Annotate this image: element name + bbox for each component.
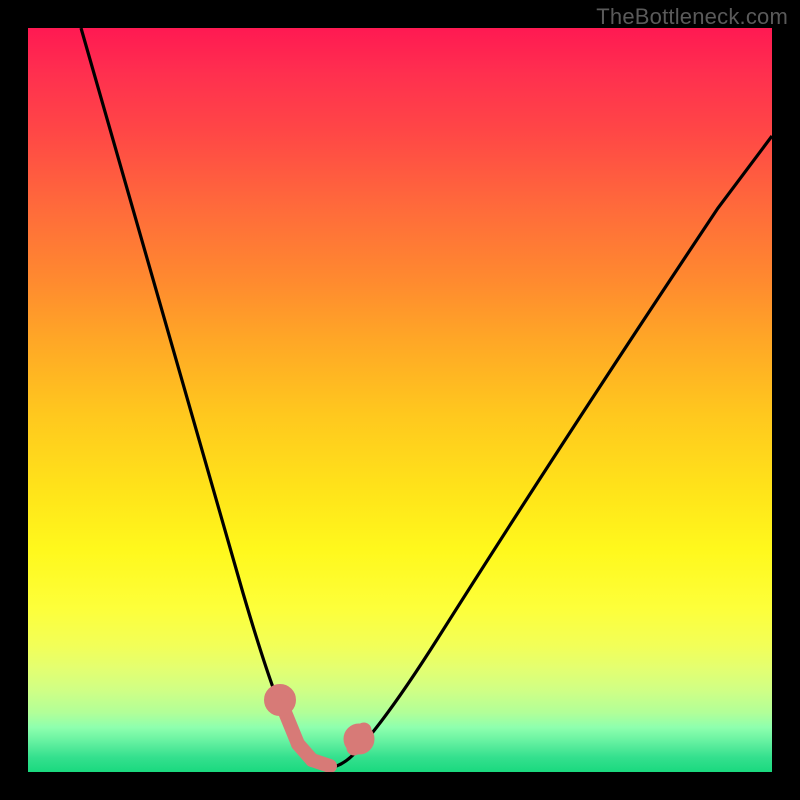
- bottleneck-curve-svg: [28, 28, 772, 772]
- watermark-text: TheBottleneck.com: [596, 4, 788, 30]
- outer-black-frame: TheBottleneck.com: [0, 0, 800, 800]
- highlight-right-blob: [351, 730, 367, 748]
- plot-area: [28, 28, 772, 772]
- highlight-left-blob: [271, 691, 330, 766]
- bottleneck-curve: [81, 28, 772, 768]
